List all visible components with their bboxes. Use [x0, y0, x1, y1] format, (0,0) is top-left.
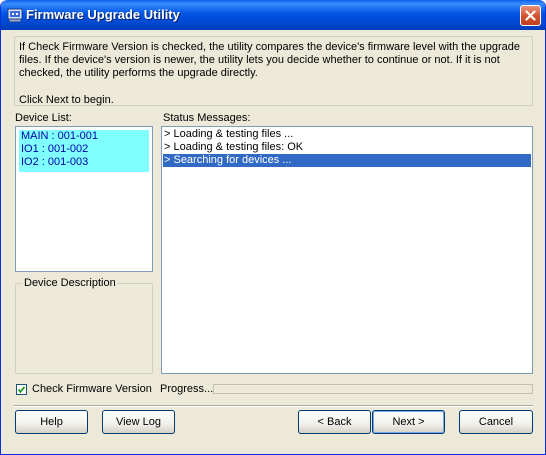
status-message[interactable]: > Loading & testing files ... [163, 128, 531, 141]
device-description-group: Device Description [15, 277, 153, 374]
next-button[interactable]: Next > [372, 410, 445, 434]
selection-highlight [19, 169, 149, 172]
app-icon [7, 7, 23, 23]
close-icon [525, 10, 536, 21]
device-description-label: Device Description [22, 277, 118, 289]
status-messages-label: Status Messages: [163, 112, 251, 124]
progress-label: Progress... [160, 383, 214, 395]
status-messages-list[interactable]: > Loading & testing files ... > Loading … [161, 126, 533, 374]
device-list-item[interactable]: IO2 : 001-003 [19, 156, 149, 169]
firmware-upgrade-window: Firmware Upgrade Utility If Check Firmwa… [0, 0, 546, 455]
device-list[interactable]: MAIN : 001-001 IO1 : 001-002 IO2 : 001-0… [15, 126, 153, 272]
help-button[interactable]: Help [15, 410, 88, 434]
progress-bar [213, 384, 533, 394]
status-message-selected[interactable]: > Searching for devices ... [163, 154, 531, 167]
info-panel: If Check Firmware Version is checked, th… [14, 36, 533, 106]
close-button[interactable] [520, 5, 541, 26]
checkmark-icon [17, 386, 26, 394]
status-message[interactable]: > Loading & testing files: OK [163, 141, 531, 154]
view-log-button[interactable]: View Log [102, 410, 175, 434]
device-list-item[interactable]: MAIN : 001-001 [19, 130, 149, 143]
window-title: Firmware Upgrade Utility [26, 7, 180, 22]
device-list-item[interactable]: IO1 : 001-002 [19, 143, 149, 156]
info-text: If Check Firmware Version is checked, th… [19, 41, 520, 79]
device-list-label: Device List: [15, 112, 72, 124]
separator [14, 405, 533, 407]
title-bar[interactable]: Firmware Upgrade Utility [1, 0, 545, 30]
back-button[interactable]: < Back [298, 410, 371, 434]
info-begin-text: Click Next to begin. [19, 94, 114, 106]
check-firmware-label[interactable]: Check Firmware Version [32, 383, 152, 395]
check-firmware-checkbox[interactable] [16, 384, 27, 395]
cancel-button[interactable]: Cancel [459, 410, 533, 434]
